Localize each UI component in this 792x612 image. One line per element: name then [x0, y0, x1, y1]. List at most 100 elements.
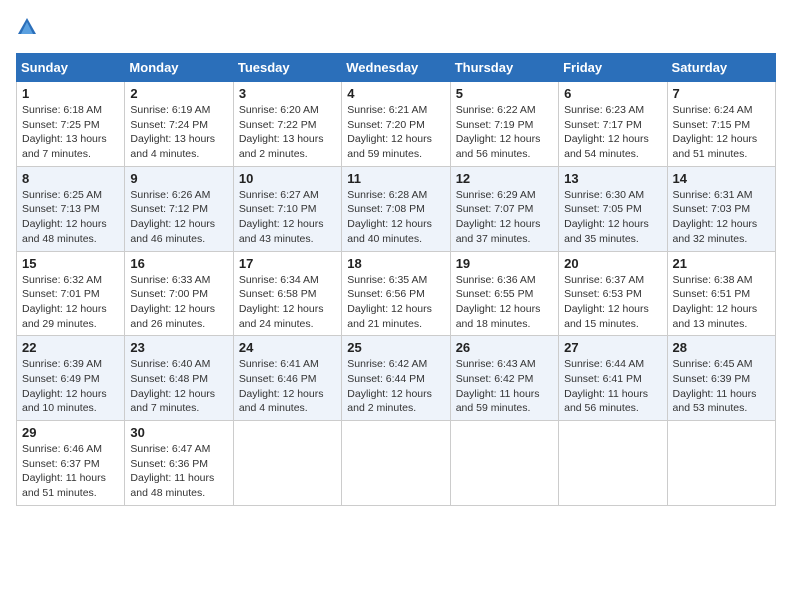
day-number: 28 — [673, 340, 770, 355]
calendar-day-cell: 24 Sunrise: 6:41 AMSunset: 6:46 PMDayligh… — [233, 336, 341, 421]
day-number: 20 — [564, 256, 661, 271]
calendar-day-cell: 30Sunrise: 6:47 AMSunset: 6:36 PMDayligh… — [125, 421, 233, 506]
day-detail: Sunrise: 6:35 AMSunset: 6:56 PMDaylight:… — [347, 273, 444, 332]
calendar-day-cell: 25 Sunrise: 6:42 AMSunset: 6:44 PMDayligh… — [342, 336, 450, 421]
day-number: 12 — [456, 171, 553, 186]
day-detail: Sunrise: 6:39 AMSunset: 6:49 PMDaylight:… — [22, 357, 119, 416]
column-header-sunday: Sunday — [17, 54, 125, 82]
day-detail: Sunrise: 6:31 AMSunset: 7:03 PMDaylight:… — [673, 188, 770, 247]
day-number: 2 — [130, 86, 227, 101]
column-header-saturday: Saturday — [667, 54, 775, 82]
calendar-day-cell: 1 Sunrise: 6:18 AMSunset: 7:25 PMDaylight… — [17, 82, 125, 167]
day-number: 13 — [564, 171, 661, 186]
day-detail: Sunrise: 6:21 AMSunset: 7:20 PMDaylight:… — [347, 103, 444, 162]
calendar-week-row: 29 Sunrise: 6:46 AMSunset: 6:37 PMDayligh… — [17, 421, 776, 506]
logo — [16, 16, 42, 43]
page-header — [16, 16, 776, 43]
calendar-week-row: 1 Sunrise: 6:18 AMSunset: 7:25 PMDaylight… — [17, 82, 776, 167]
day-number: 5 — [456, 86, 553, 101]
day-detail: Sunrise: 6:38 AMSunset: 6:51 PMDaylight:… — [673, 273, 770, 332]
calendar-week-row: 22 Sunrise: 6:39 AMSunset: 6:49 PMDayligh… — [17, 336, 776, 421]
calendar-day-cell: 2 Sunrise: 6:19 AMSunset: 7:24 PMDaylight… — [125, 82, 233, 167]
calendar-day-cell: 27 Sunrise: 6:44 AMSunset: 6:41 PMDayligh… — [559, 336, 667, 421]
day-number: 7 — [673, 86, 770, 101]
day-detail: Sunrise: 6:40 AMSunset: 6:48 PMDaylight:… — [130, 357, 227, 416]
day-detail: Sunrise: 6:28 AMSunset: 7:08 PMDaylight:… — [347, 188, 444, 247]
empty-cell — [450, 421, 558, 506]
day-detail: Sunrise: 6:27 AMSunset: 7:10 PMDaylight:… — [239, 188, 336, 247]
day-detail: Sunrise: 6:25 AMSunset: 7:13 PMDaylight:… — [22, 188, 119, 247]
calendar-day-cell: 14 Sunrise: 6:31 AMSunset: 7:03 PMDayligh… — [667, 166, 775, 251]
day-number: 14 — [673, 171, 770, 186]
day-detail: Sunrise: 6:23 AMSunset: 7:17 PMDaylight:… — [564, 103, 661, 162]
calendar-week-row: 15 Sunrise: 6:32 AMSunset: 7:01 PMDayligh… — [17, 251, 776, 336]
day-number: 21 — [673, 256, 770, 271]
day-number: 24 — [239, 340, 336, 355]
day-number: 1 — [22, 86, 119, 101]
day-number: 3 — [239, 86, 336, 101]
day-number: 19 — [456, 256, 553, 271]
day-detail: Sunrise: 6:24 AMSunset: 7:15 PMDaylight:… — [673, 103, 770, 162]
day-detail: Sunrise: 6:29 AMSunset: 7:07 PMDaylight:… — [456, 188, 553, 247]
calendar-day-cell: 7 Sunrise: 6:24 AMSunset: 7:15 PMDaylight… — [667, 82, 775, 167]
day-number: 4 — [347, 86, 444, 101]
calendar-day-cell: 22 Sunrise: 6:39 AMSunset: 6:49 PMDayligh… — [17, 336, 125, 421]
calendar-day-cell: 21 Sunrise: 6:38 AMSunset: 6:51 PMDayligh… — [667, 251, 775, 336]
day-detail: Sunrise: 6:33 AMSunset: 7:00 PMDaylight:… — [130, 273, 227, 332]
day-detail: Sunrise: 6:42 AMSunset: 6:44 PMDaylight:… — [347, 357, 444, 416]
day-detail: Sunrise: 6:47 AMSunset: 6:36 PMDaylight:… — [130, 442, 227, 501]
day-number: 15 — [22, 256, 119, 271]
day-detail: Sunrise: 6:34 AMSunset: 6:58 PMDaylight:… — [239, 273, 336, 332]
column-header-monday: Monday — [125, 54, 233, 82]
day-number: 17 — [239, 256, 336, 271]
calendar-day-cell: 17 Sunrise: 6:34 AMSunset: 6:58 PMDayligh… — [233, 251, 341, 336]
day-detail: Sunrise: 6:43 AMSunset: 6:42 PMDaylight:… — [456, 357, 553, 416]
calendar-day-cell: 29 Sunrise: 6:46 AMSunset: 6:37 PMDayligh… — [17, 421, 125, 506]
empty-cell — [233, 421, 341, 506]
day-number: 27 — [564, 340, 661, 355]
calendar-day-cell: 16 Sunrise: 6:33 AMSunset: 7:00 PMDayligh… — [125, 251, 233, 336]
day-number: 23 — [130, 340, 227, 355]
calendar-day-cell: 15 Sunrise: 6:32 AMSunset: 7:01 PMDayligh… — [17, 251, 125, 336]
day-number: 25 — [347, 340, 444, 355]
column-header-wednesday: Wednesday — [342, 54, 450, 82]
column-header-thursday: Thursday — [450, 54, 558, 82]
calendar-table: SundayMondayTuesdayWednesdayThursdayFrid… — [16, 53, 776, 506]
day-detail: Sunrise: 6:36 AMSunset: 6:55 PMDaylight:… — [456, 273, 553, 332]
day-number: 16 — [130, 256, 227, 271]
day-number: 8 — [22, 171, 119, 186]
calendar-day-cell: 20 Sunrise: 6:37 AMSunset: 6:53 PMDayligh… — [559, 251, 667, 336]
day-detail: Sunrise: 6:30 AMSunset: 7:05 PMDaylight:… — [564, 188, 661, 247]
day-number: 22 — [22, 340, 119, 355]
day-detail: Sunrise: 6:37 AMSunset: 6:53 PMDaylight:… — [564, 273, 661, 332]
empty-cell — [667, 421, 775, 506]
column-header-friday: Friday — [559, 54, 667, 82]
empty-cell — [342, 421, 450, 506]
column-header-tuesday: Tuesday — [233, 54, 341, 82]
calendar-day-cell: 13 Sunrise: 6:30 AMSunset: 7:05 PMDayligh… — [559, 166, 667, 251]
day-detail: Sunrise: 6:18 AMSunset: 7:25 PMDaylight:… — [22, 103, 119, 162]
day-detail: Sunrise: 6:19 AMSunset: 7:24 PMDaylight:… — [130, 103, 227, 162]
day-number: 6 — [564, 86, 661, 101]
logo-icon — [16, 16, 38, 38]
day-number: 9 — [130, 171, 227, 186]
day-detail: Sunrise: 6:32 AMSunset: 7:01 PMDaylight:… — [22, 273, 119, 332]
day-number: 10 — [239, 171, 336, 186]
day-detail: Sunrise: 6:44 AMSunset: 6:41 PMDaylight:… — [564, 357, 661, 416]
day-detail: Sunrise: 6:46 AMSunset: 6:37 PMDaylight:… — [22, 442, 119, 501]
day-number: 26 — [456, 340, 553, 355]
day-detail: Sunrise: 6:22 AMSunset: 7:19 PMDaylight:… — [456, 103, 553, 162]
day-number: 29 — [22, 425, 119, 440]
day-number: 11 — [347, 171, 444, 186]
calendar-day-cell: 12 Sunrise: 6:29 AMSunset: 7:07 PMDayligh… — [450, 166, 558, 251]
day-detail: Sunrise: 6:26 AMSunset: 7:12 PMDaylight:… — [130, 188, 227, 247]
empty-cell — [559, 421, 667, 506]
calendar-day-cell: 8 Sunrise: 6:25 AMSunset: 7:13 PMDaylight… — [17, 166, 125, 251]
calendar-day-cell: 26 Sunrise: 6:43 AMSunset: 6:42 PMDayligh… — [450, 336, 558, 421]
day-detail: Sunrise: 6:41 AMSunset: 6:46 PMDaylight:… — [239, 357, 336, 416]
calendar-week-row: 8 Sunrise: 6:25 AMSunset: 7:13 PMDaylight… — [17, 166, 776, 251]
calendar-day-cell: 3 Sunrise: 6:20 AMSunset: 7:22 PMDaylight… — [233, 82, 341, 167]
day-detail: Sunrise: 6:20 AMSunset: 7:22 PMDaylight:… — [239, 103, 336, 162]
calendar-day-cell: 6 Sunrise: 6:23 AMSunset: 7:17 PMDaylight… — [559, 82, 667, 167]
calendar-day-cell: 19 Sunrise: 6:36 AMSunset: 6:55 PMDayligh… — [450, 251, 558, 336]
